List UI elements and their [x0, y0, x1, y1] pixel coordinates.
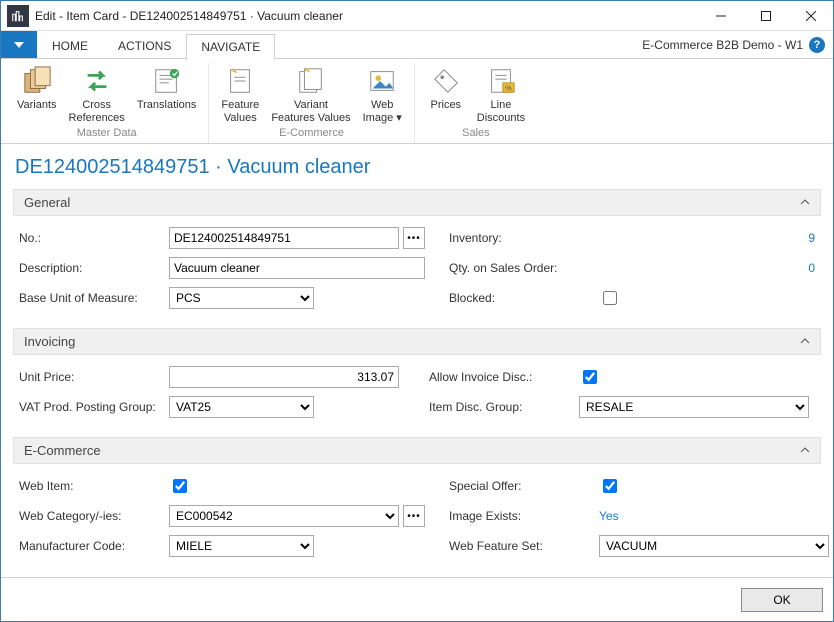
label-vat-group: VAT Prod. Posting Group:: [19, 400, 169, 414]
footer: OK: [1, 577, 833, 621]
ribbon-cross-references-label: Cross References: [69, 99, 125, 124]
label-no: No.:: [19, 231, 169, 245]
label-web-item: Web Item:: [19, 479, 169, 493]
inventory-value[interactable]: 9: [808, 231, 815, 245]
web-image-icon: [366, 65, 398, 97]
ribbon-group-sales: Sales: [462, 126, 490, 141]
manufacturer-select[interactable]: MIELE: [169, 535, 314, 557]
description-input[interactable]: [169, 257, 425, 279]
ribbon-line-discounts-button[interactable]: % Line Discounts: [471, 63, 531, 126]
ribbon-variants-button[interactable]: Variants: [11, 63, 63, 126]
cross-references-icon: [81, 65, 113, 97]
no-lookup-button[interactable]: •••: [403, 227, 425, 249]
label-base-uom: Base Unit of Measure:: [19, 291, 169, 305]
label-image-exists: Image Exists:: [449, 509, 599, 523]
web-category-select[interactable]: EC000542: [169, 505, 399, 527]
app-icon: [7, 5, 29, 27]
label-description: Description:: [19, 261, 169, 275]
collapse-icon: [800, 195, 810, 210]
label-manufacturer: Manufacturer Code:: [19, 539, 169, 553]
ribbon-prices-button[interactable]: Prices: [421, 63, 471, 126]
feature-values-icon: [224, 65, 256, 97]
ribbon-variants-label: Variants: [17, 99, 57, 112]
web-item-checkbox[interactable]: [173, 479, 187, 493]
section-header-invoicing[interactable]: Invoicing: [13, 328, 821, 355]
line-discounts-icon: %: [485, 65, 517, 97]
label-inventory: Inventory:: [449, 231, 599, 245]
ribbon-translations-button[interactable]: Translations: [131, 63, 203, 126]
label-qty-sales-order: Qty. on Sales Order:: [449, 261, 599, 275]
section-title-ecommerce: E-Commerce: [24, 443, 101, 458]
section-header-general[interactable]: General: [13, 189, 821, 216]
special-offer-checkbox[interactable]: [603, 479, 617, 493]
base-uom-select[interactable]: PCS: [169, 287, 314, 309]
image-exists-value[interactable]: Yes: [599, 509, 619, 523]
window-title: Edit - Item Card - DE124002514849751 · V…: [35, 9, 698, 23]
menubar: HOME ACTIONS NAVIGATE E-Commerce B2B Dem…: [1, 31, 833, 59]
close-button[interactable]: [788, 1, 833, 31]
tab-actions[interactable]: ACTIONS: [103, 33, 186, 58]
application-menu-button[interactable]: [1, 31, 37, 58]
ribbon-variant-features-values-label: Variant Features Values: [271, 99, 350, 124]
content-area: DE124002514849751 · Vacuum cleaner Gener…: [1, 144, 833, 577]
section-title-invoicing: Invoicing: [24, 334, 75, 349]
no-input[interactable]: [169, 227, 399, 249]
ribbon-line-discounts-label: Line Discounts: [477, 99, 525, 124]
ribbon-prices-label: Prices: [431, 99, 462, 112]
item-disc-group-select[interactable]: RESALE: [579, 396, 809, 418]
web-category-lookup-button[interactable]: •••: [403, 505, 425, 527]
prices-icon: [430, 65, 462, 97]
blocked-checkbox[interactable]: [603, 291, 617, 305]
ribbon: Variants Cross References Translations M…: [1, 59, 833, 144]
unit-price-input[interactable]: [169, 366, 399, 388]
ribbon-cross-references-button[interactable]: Cross References: [63, 63, 131, 126]
label-blocked: Blocked:: [449, 291, 599, 305]
maximize-button[interactable]: [743, 1, 788, 31]
ribbon-feature-values-button[interactable]: Feature Values: [215, 63, 265, 126]
collapse-icon: [800, 334, 810, 349]
label-unit-price: Unit Price:: [19, 370, 169, 384]
label-special-offer: Special Offer:: [449, 479, 599, 493]
label-web-category: Web Category/-ies:: [19, 509, 169, 523]
web-feature-set-select[interactable]: VACUUM: [599, 535, 829, 557]
vat-group-select[interactable]: VAT25: [169, 396, 314, 418]
collapse-icon: [800, 443, 810, 458]
tab-navigate[interactable]: NAVIGATE: [186, 34, 275, 59]
qty-sales-order-value[interactable]: 0: [808, 261, 815, 275]
ribbon-variant-features-values-button[interactable]: Variant Features Values: [265, 63, 356, 126]
ribbon-group-ecommerce: E-Commerce: [279, 126, 344, 141]
ribbon-web-image-button[interactable]: Web Image ▾: [357, 63, 408, 126]
company-name: E-Commerce B2B Demo - W1: [642, 38, 803, 52]
label-allow-inv-disc: Allow Invoice Disc.:: [429, 370, 579, 384]
svg-text:%: %: [505, 83, 512, 92]
ok-button[interactable]: OK: [741, 588, 823, 612]
titlebar: Edit - Item Card - DE124002514849751 · V…: [1, 1, 833, 31]
label-item-disc-group: Item Disc. Group:: [429, 400, 579, 414]
tab-home[interactable]: HOME: [37, 33, 103, 58]
ribbon-group-master-data: Master Data: [77, 126, 137, 141]
help-icon[interactable]: ?: [809, 37, 825, 53]
allow-inv-disc-checkbox[interactable]: [583, 370, 597, 384]
ribbon-translations-label: Translations: [137, 99, 197, 112]
translations-icon: [151, 65, 183, 97]
ribbon-feature-values-label: Feature Values: [221, 99, 259, 124]
section-title-general: General: [24, 195, 70, 210]
minimize-button[interactable]: [698, 1, 743, 31]
variant-features-values-icon: [295, 65, 327, 97]
label-web-feature-set: Web Feature Set:: [449, 539, 599, 553]
record-title: DE124002514849751 · Vacuum cleaner: [15, 156, 821, 179]
variants-icon: [21, 65, 53, 97]
ribbon-web-image-label: Web Image ▾: [363, 99, 402, 124]
section-header-ecommerce[interactable]: E-Commerce: [13, 437, 821, 464]
